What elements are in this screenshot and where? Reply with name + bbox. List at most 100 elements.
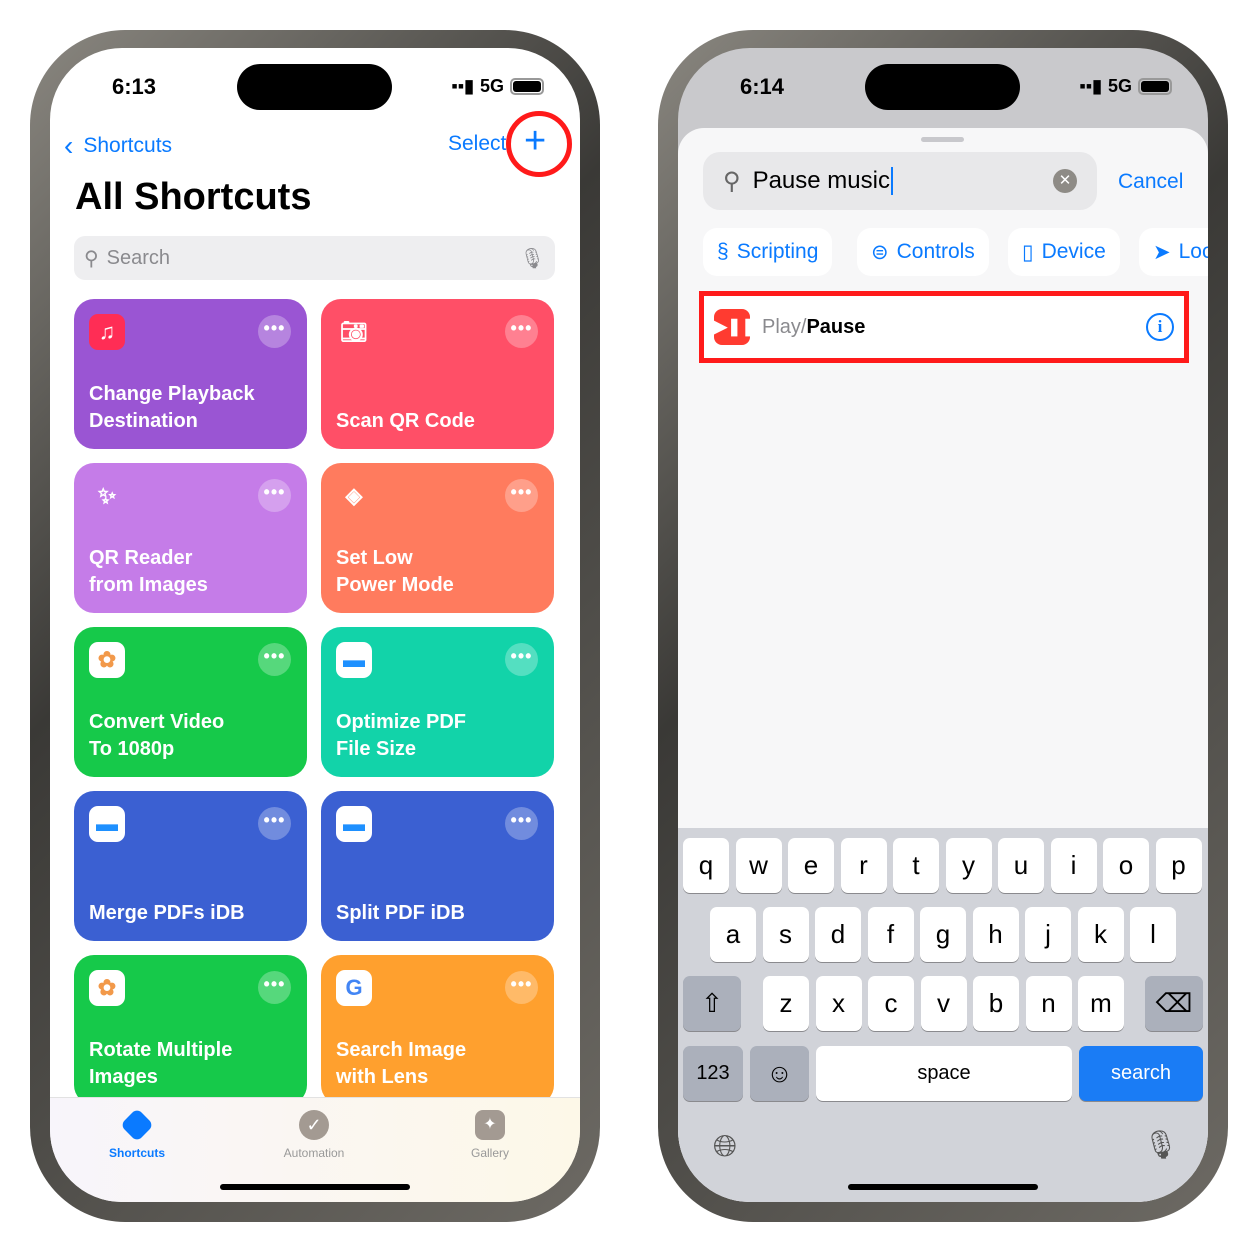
shortcut-card[interactable]: ▬ ••• Optimize PDF File Size [321,627,554,777]
key-a[interactable]: a [710,907,756,962]
key-k[interactable]: k [1077,907,1124,962]
chip-location[interactable]: ➤ Loc [1139,228,1208,276]
network-label: 5G [1107,76,1132,96]
dynamic-island [865,64,1020,110]
more-options-button[interactable]: ••• [505,807,538,840]
key-j[interactable]: j [1025,907,1071,962]
tab-automation[interactable]: ✓ Automation [254,1110,374,1160]
more-options-button[interactable]: ••• [505,479,538,512]
key-b[interactable]: b [973,976,1019,1031]
key-p[interactable]: p [1155,838,1202,893]
battery-icon [1138,78,1172,95]
key-i[interactable]: i [1050,838,1097,893]
google-icon: G [336,970,372,1006]
more-options-button[interactable]: ••• [258,479,291,512]
more-options-button[interactable]: ••• [258,971,291,1004]
more-options-button[interactable]: ••• [505,643,538,676]
camera-icon: 📷︎ [340,319,368,344]
photos-icon: ✿ [89,970,125,1006]
shortcut-card[interactable]: ✿ ••• Rotate Multiple Images [74,955,307,1105]
action-search-input[interactable]: ⚲ Pause music ✕ [703,152,1097,210]
music-icon: ♫ [89,314,125,350]
tab-shortcuts[interactable]: Shortcuts [77,1108,197,1160]
key-r[interactable]: r [840,838,887,893]
chip-device[interactable]: ▯ Device [1008,228,1120,276]
shortcut-card[interactable]: G ••• Search Image with Lens [321,955,554,1105]
status-bar: ▪▪▮ 5G [451,76,544,97]
emoji-key[interactable]: ☺ [750,1046,809,1101]
key-v[interactable]: v [920,976,967,1031]
clear-search-button[interactable]: ✕ [1053,169,1077,193]
key-y[interactable]: y [945,838,992,893]
key-n[interactable]: n [1025,976,1072,1031]
tab-gallery[interactable]: ✦ Gallery [430,1110,550,1160]
magic-wand-icon: ✨︎ [97,483,117,508]
shortcut-card[interactable]: ✿ ••• Convert Video To 1080p [74,627,307,777]
shortcut-card[interactable]: ▬ ••• Split PDF iDB [321,791,554,941]
key-x[interactable]: x [815,976,862,1031]
key-l[interactable]: l [1130,907,1176,962]
key-s[interactable]: s [762,907,809,962]
location-arrow-icon: ➤ [1153,240,1171,264]
delete-key[interactable]: ⌫ [1145,976,1203,1031]
more-options-button[interactable]: ••• [505,315,538,348]
key-u[interactable]: u [998,838,1044,893]
shortcut-label: Merge PDFs iDB [89,902,245,924]
search-placeholder: Search [106,246,171,269]
select-button[interactable]: Select [448,132,506,156]
phone-icon: ▯ [1022,240,1034,264]
shortcut-label: Split PDF iDB [336,902,465,924]
numbers-key[interactable]: 123 [683,1046,743,1101]
sheet-grabber[interactable] [921,137,964,142]
key-d[interactable]: d [815,907,861,962]
chip-controls[interactable]: ⊜ Controls [857,228,989,276]
key-w[interactable]: w [735,838,782,893]
shift-key[interactable]: ⇧ [683,976,741,1031]
more-options-button[interactable]: ••• [258,315,291,348]
microphone-icon[interactable]: 🎙︎ [1143,1128,1179,1161]
key-g[interactable]: g [920,907,966,962]
more-options-button[interactable]: ••• [258,643,291,676]
info-button[interactable]: i [1146,313,1174,341]
chip-scripting[interactable]: § Scripting [703,228,833,276]
shortcut-label: Search Image with Lens [336,1039,467,1088]
add-shortcut-button[interactable]: + [524,120,546,163]
key-q[interactable]: q [683,838,729,893]
shortcut-card[interactable]: ▬ ••• Merge PDFs iDB [74,791,307,941]
files-icon: ▬ [336,806,372,842]
shift-icon: ⇧ [701,988,723,1018]
key-h[interactable]: h [972,907,1019,962]
search-value: Pause music [753,167,893,195]
key-t[interactable]: t [893,838,939,893]
shortcut-card[interactable]: ✨︎ ••• QR Reader from Images [74,463,307,613]
photos-icon: ✿ [89,642,125,678]
search-key[interactable]: search [1079,1046,1203,1101]
key-f[interactable]: f [867,907,914,962]
left-screen: 6:13 ▪▪▮ 5G ‹ Shortcuts Select + All Short… [50,48,580,1202]
globe-icon[interactable]: 🌐︎ [713,1130,737,1164]
status-time: 6:13 [112,74,157,99]
shortcut-label: Scan QR Code [336,410,475,432]
shortcuts-stack-icon [120,1108,154,1142]
right-screen: 6:14 ▪▪▮ 5G ⚲ Pause music ✕ Cancel § Scrip… [678,48,1208,1202]
shortcut-card[interactable]: 📷︎ ••• Scan QR Code [321,299,554,449]
key-o[interactable]: o [1103,838,1149,893]
cancel-button[interactable]: Cancel [1118,170,1183,194]
shortcut-card[interactable]: ◈ ••• Set Low Power Mode [321,463,554,613]
key-z[interactable]: z [763,976,809,1031]
space-key[interactable]: space [816,1046,1072,1101]
shortcut-card[interactable]: ♫ ••• Change Playback Destination [74,299,307,449]
key-e[interactable]: e [788,838,834,893]
more-options-button[interactable]: ••• [258,807,291,840]
key-m[interactable]: m [1078,976,1124,1031]
result-play-pause[interactable]: ▶❚❚ Play/Pause i [704,296,1184,358]
toggle-icon: ⊜ [871,240,889,264]
back-button[interactable]: ‹ Shortcuts [64,130,172,162]
layers-icon: ◈ [345,483,363,508]
back-label: Shortcuts [83,134,173,157]
more-options-button[interactable]: ••• [505,971,538,1004]
key-c[interactable]: c [868,976,914,1031]
search-input[interactable]: ⚲ Search 🎙 [74,236,555,280]
clock-check-icon: ✓ [299,1110,329,1140]
shortcut-label: Change Playback Destination [89,383,255,432]
